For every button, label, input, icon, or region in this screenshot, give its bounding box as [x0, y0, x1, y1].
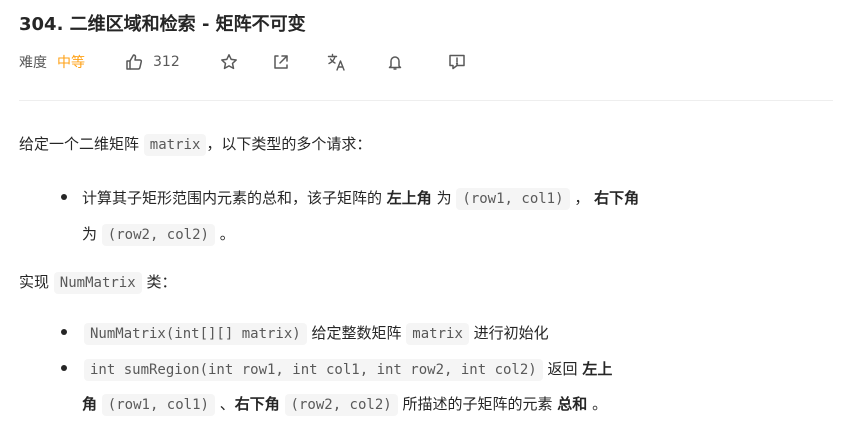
thumbs-up-icon [123, 51, 145, 73]
implement-paragraph: 实现 NumMatrix 类： [19, 270, 176, 295]
difficulty-value: 中等 [57, 55, 85, 71]
inline-code-row2-col2: (row2, col2) [101, 224, 215, 246]
inline-code-matrix: matrix [143, 134, 207, 156]
bold-top-left-2: 左上 [582, 360, 613, 378]
bullet-dot [60, 193, 68, 201]
divider [19, 100, 833, 101]
bold-sum: 总和 [557, 395, 588, 413]
bullet-dot [60, 328, 68, 336]
bullet-2-text-2: 进行初始化 [473, 324, 549, 342]
bullet-1-line-2: 为 (row2, col2) 。 [82, 222, 235, 247]
inline-code-row2-col2-2: (row2, col2) [284, 394, 398, 416]
bold-top-left-2b: 角 [82, 395, 98, 413]
bullet-3-line-2: 角 (row1, col1) 、右下角 (row2, col2) 所描述的子矩阵… [82, 392, 607, 417]
implement-text: 实现 [19, 273, 50, 291]
feedback-icon[interactable] [446, 51, 468, 73]
inline-code-constructor: NumMatrix(int[][] matrix) [84, 323, 307, 345]
intro-suffix-text: ，以下类型的多个请求： [206, 135, 372, 153]
share-icon[interactable] [270, 51, 292, 73]
bold-bottom-right-2: 右下角 [234, 395, 280, 413]
inline-code-row1-col1-2: (row1, col1) [101, 394, 215, 416]
bold-bottom-right: 右下角 [594, 189, 640, 207]
bullet-3-period: 。 [592, 395, 608, 413]
problem-meta-bar: 难度 中等 312 [19, 50, 468, 74]
implement-suffix-text: 类： [146, 273, 177, 291]
bold-top-left: 左上角 [386, 189, 432, 207]
bell-icon[interactable] [384, 51, 406, 73]
bullet-1-text-4: 为 [82, 225, 98, 243]
bullet-1-text-2: 为 [436, 189, 452, 207]
intro-paragraph: 给定一个二维矩阵 matrix ，以下类型的多个请求： [19, 132, 371, 157]
translate-icon[interactable] [326, 51, 348, 73]
bullet-2-line: NumMatrix(int[][] matrix) 给定整数矩阵 matrix … [84, 321, 549, 346]
inline-code-sumregion: int sumRegion(int row1, int col1, int ro… [84, 359, 543, 381]
bullet-3-line-1: int sumRegion(int row1, int col1, int ro… [84, 357, 612, 382]
like-button[interactable]: 312 [123, 51, 180, 73]
problem-title: 304. 二维区域和检索 - 矩阵不可变 [19, 14, 306, 35]
bullet-1-comma: ， [574, 189, 590, 207]
star-icon[interactable] [218, 51, 240, 73]
inline-code-matrix-2: matrix [406, 323, 469, 345]
inline-code-nummatrix: NumMatrix [53, 272, 142, 294]
bullet-1-line-1: 计算其子矩形范围内元素的总和，该子矩阵的 左上角 为 (row1, col1) … [82, 186, 639, 211]
difficulty-label: 难度 [19, 55, 47, 71]
bullet-3-text: 返回 [547, 360, 578, 378]
bullet-2-text: 给定整数矩阵 [311, 324, 402, 342]
bullet-dot [60, 364, 68, 372]
inline-code-row1-col1: (row1, col1) [456, 188, 570, 210]
bullet-3-separator: 、 [219, 395, 235, 413]
like-count: 312 [153, 54, 180, 70]
bullet-1-text: 计算其子矩形范围内元素的总和，该子矩阵的 [82, 189, 383, 207]
intro-text: 给定一个二维矩阵 [19, 135, 140, 153]
bullet-1-period: 。 [219, 225, 235, 243]
bullet-3-text-3: 所描述的子矩阵的元素 [402, 395, 553, 413]
